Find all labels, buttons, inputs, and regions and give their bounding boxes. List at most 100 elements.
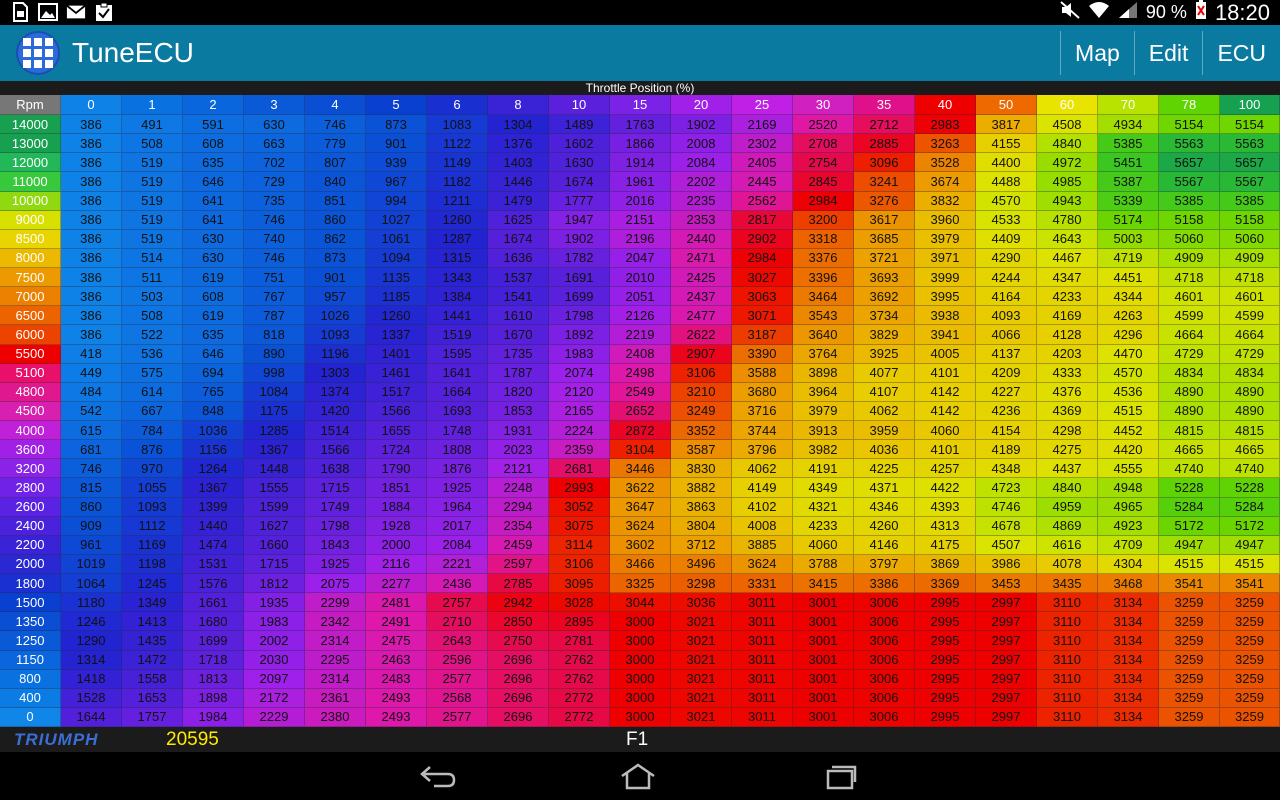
- map-cell[interactable]: 4665: [1220, 440, 1280, 460]
- map-cell[interactable]: 1093: [305, 325, 366, 345]
- map-cell[interactable]: 3882: [671, 478, 732, 498]
- map-cell[interactable]: 2248: [488, 478, 549, 498]
- map-cell[interactable]: 2202: [671, 172, 732, 192]
- map-cell[interactable]: 1853: [488, 401, 549, 421]
- map-cell[interactable]: 1531: [183, 554, 244, 574]
- map-cell[interactable]: 5451: [1098, 153, 1159, 173]
- map-cell[interactable]: 4175: [915, 535, 976, 555]
- map-cell[interactable]: 862: [305, 229, 366, 249]
- map-cell[interactable]: 3001: [793, 631, 854, 651]
- map-cell[interactable]: 1064: [61, 574, 122, 594]
- map-cell[interactable]: 3788: [793, 554, 854, 574]
- map-cell[interactable]: 1902: [671, 115, 732, 135]
- map-cell[interactable]: 4062: [854, 401, 915, 421]
- map-cell[interactable]: 3006: [854, 593, 915, 613]
- map-cell[interactable]: 3200: [793, 210, 854, 230]
- map-cell[interactable]: 2120: [549, 382, 610, 402]
- map-cell[interactable]: 2491: [366, 612, 427, 632]
- recent-apps-icon[interactable]: [810, 758, 866, 794]
- map-cell[interactable]: 2983: [915, 115, 976, 135]
- rpm-row-label[interactable]: 8500: [0, 229, 61, 249]
- map-cell[interactable]: 1983: [549, 344, 610, 364]
- map-cell[interactable]: 1843: [305, 535, 366, 555]
- map-cell[interactable]: 1474: [183, 535, 244, 555]
- map-cell[interactable]: 4344: [1098, 287, 1159, 307]
- map-cell[interactable]: 1661: [183, 593, 244, 613]
- map-cell[interactable]: 2850: [488, 612, 549, 632]
- map-cell[interactable]: 779: [305, 134, 366, 154]
- map-cell[interactable]: 2995: [915, 612, 976, 632]
- map-cell[interactable]: 2471: [671, 248, 732, 268]
- map-cell[interactable]: 4664: [1220, 325, 1280, 345]
- map-cell[interactable]: 1699: [549, 287, 610, 307]
- map-cell[interactable]: 751: [244, 268, 305, 288]
- rpm-row-label[interactable]: 1250: [0, 631, 61, 651]
- map-cell[interactable]: 1961: [610, 172, 671, 192]
- map-cell[interactable]: 4290: [976, 248, 1037, 268]
- map-cell[interactable]: 3114: [549, 535, 610, 555]
- map-cell[interactable]: 3674: [915, 172, 976, 192]
- map-cell[interactable]: 876: [122, 440, 183, 460]
- map-cell[interactable]: 1964: [427, 497, 488, 517]
- throttle-column-header[interactable]: 50: [976, 95, 1037, 115]
- map-cell[interactable]: 860: [61, 497, 122, 517]
- map-cell[interactable]: 4346: [854, 497, 915, 517]
- rpm-row-label[interactable]: 10000: [0, 191, 61, 211]
- map-cell[interactable]: 3134: [1098, 631, 1159, 651]
- map-cell[interactable]: 5174: [1098, 210, 1159, 230]
- map-cell[interactable]: 998: [244, 363, 305, 383]
- throttle-column-header[interactable]: 8: [488, 95, 549, 115]
- map-cell[interactable]: 3744: [732, 421, 793, 441]
- map-cell[interactable]: 2622: [671, 325, 732, 345]
- map-cell[interactable]: 765: [183, 382, 244, 402]
- map-cell[interactable]: 2696: [488, 650, 549, 670]
- map-cell[interactable]: 3376: [793, 248, 854, 268]
- map-cell[interactable]: 2577: [427, 707, 488, 727]
- map-cell[interactable]: 3134: [1098, 612, 1159, 632]
- map-cell[interactable]: 1947: [549, 210, 610, 230]
- map-cell[interactable]: 5158: [1220, 210, 1280, 230]
- map-cell[interactable]: 4890: [1220, 401, 1280, 421]
- map-cell[interactable]: 3925: [854, 344, 915, 364]
- map-cell[interactable]: 3000: [610, 707, 671, 727]
- map-cell[interactable]: 2785: [488, 574, 549, 594]
- map-cell[interactable]: 386: [61, 115, 122, 135]
- map-cell[interactable]: 615: [61, 421, 122, 441]
- map-cell[interactable]: 1925: [305, 554, 366, 574]
- map-cell[interactable]: 1680: [183, 612, 244, 632]
- map-cell[interactable]: 1983: [244, 612, 305, 632]
- map-cell[interactable]: 4909: [1159, 248, 1220, 268]
- map-cell[interactable]: 1367: [244, 440, 305, 460]
- map-cell[interactable]: 4947: [1220, 535, 1280, 555]
- map-cell[interactable]: 3001: [793, 669, 854, 689]
- map-cell[interactable]: 3541: [1220, 574, 1280, 594]
- map-cell[interactable]: 3716: [732, 401, 793, 421]
- map-cell[interactable]: 4815: [1220, 421, 1280, 441]
- map-cell[interactable]: 1693: [427, 401, 488, 421]
- map-cell[interactable]: 630: [183, 229, 244, 249]
- map-cell[interactable]: 5385: [1159, 191, 1220, 211]
- map-cell[interactable]: 3110: [1037, 631, 1098, 651]
- map-cell[interactable]: 4236: [976, 401, 1037, 421]
- home-icon[interactable]: [610, 758, 666, 794]
- map-cell[interactable]: 1026: [305, 306, 366, 326]
- map-cell[interactable]: 630: [183, 248, 244, 268]
- map-cell[interactable]: 3446: [610, 459, 671, 479]
- map-cell[interactable]: 641: [183, 210, 244, 230]
- map-cell[interactable]: 5154: [1220, 115, 1280, 135]
- map-cell[interactable]: 4149: [732, 478, 793, 498]
- map-cell[interactable]: 3259: [1159, 593, 1220, 613]
- map-cell[interactable]: 4077: [854, 363, 915, 383]
- map-cell[interactable]: 4008: [732, 516, 793, 536]
- map-cell[interactable]: 3241: [854, 172, 915, 192]
- map-cell[interactable]: 4191: [793, 459, 854, 479]
- map-cell[interactable]: 2151: [610, 210, 671, 230]
- map-cell[interactable]: 4570: [1098, 363, 1159, 383]
- map-cell[interactable]: 3647: [610, 497, 671, 517]
- map-cell[interactable]: 1735: [488, 344, 549, 364]
- map-cell[interactable]: 2772: [549, 707, 610, 727]
- rpm-row-label[interactable]: 1150: [0, 650, 61, 670]
- app-grid-icon[interactable]: [16, 31, 60, 75]
- map-cell[interactable]: 1528: [61, 688, 122, 708]
- map-cell[interactable]: 3680: [732, 382, 793, 402]
